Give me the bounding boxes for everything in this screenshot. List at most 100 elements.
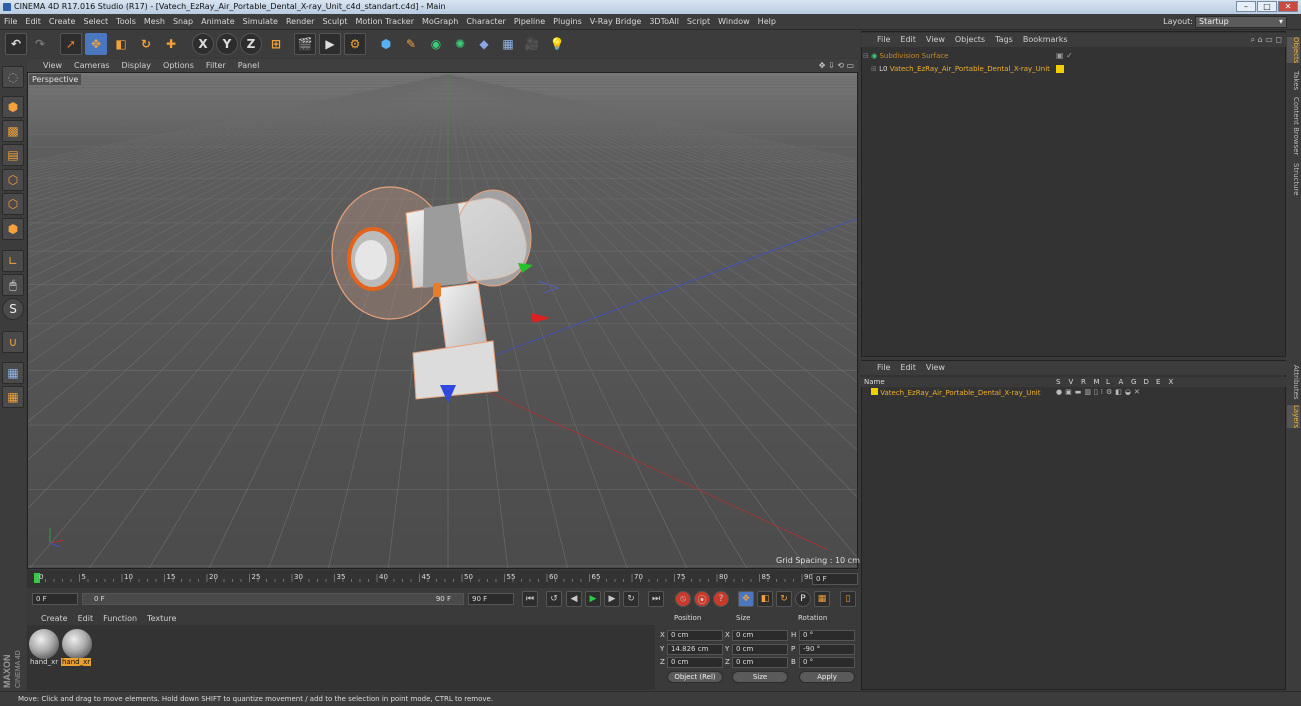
workplane-icon[interactable]: ▤ [2, 144, 24, 166]
material-menu-function[interactable]: Function [98, 612, 142, 625]
layer-column-e[interactable]: E [1156, 377, 1169, 387]
menu-motion-tracker[interactable]: Motion Tracker [351, 14, 418, 30]
pos-z-field[interactable]: 0 cm [667, 657, 723, 668]
menu-animate[interactable]: Animate [197, 14, 239, 30]
viewport-menu-panel[interactable]: Panel [232, 59, 266, 72]
layout-select[interactable]: Startup ▾ [1195, 16, 1287, 28]
edit-render-settings-icon[interactable]: ⚙ [344, 33, 366, 55]
tab-objects[interactable]: Objects [1287, 37, 1300, 64]
camera-icon[interactable]: 🎥 [521, 33, 543, 55]
add-object-icon[interactable]: ✚ [160, 33, 182, 55]
edges-mode-icon[interactable]: ⬡ [2, 193, 24, 215]
obj-menu-bookmarks[interactable]: Bookmarks [1018, 33, 1073, 47]
material-label[interactable]: hand_xr [29, 658, 59, 666]
loop-forward-icon[interactable]: ↻ [623, 591, 639, 607]
size-x-field[interactable]: 0 cm [732, 630, 788, 641]
rot-b-field[interactable]: 0 ° [799, 657, 855, 668]
key-pla-icon[interactable]: ▦ [814, 591, 830, 607]
z-axis-icon[interactable]: Z [240, 33, 262, 55]
collapse-icon[interactable]: ⊟ [863, 52, 869, 60]
viewport-menu-options[interactable]: Options [157, 59, 200, 72]
material-label-selected[interactable]: hand_xr [61, 658, 92, 666]
tab-takes[interactable]: Takes [1287, 71, 1300, 90]
menu-render[interactable]: Render [282, 14, 318, 30]
menu-script[interactable]: Script [683, 14, 714, 30]
layer-color-tag[interactable] [1056, 65, 1064, 73]
menu-create[interactable]: Create [45, 14, 80, 30]
layer-toggle-icons[interactable]: ●▣▬▥▯⁞⚙◧◒✕ [1056, 388, 1143, 396]
menu-snap[interactable]: Snap [169, 14, 197, 30]
object-name[interactable]: Vatech_EzRay_Air_Portable_Dental_X-ray_U… [890, 65, 1050, 73]
points-mode-icon[interactable]: ⬡ [2, 169, 24, 191]
layer-column-d[interactable]: D [1144, 377, 1157, 387]
goto-start-icon[interactable]: ⏮ [522, 591, 538, 607]
layer-column-l[interactable]: L [1106, 377, 1119, 387]
layer-color-swatch[interactable] [871, 388, 878, 395]
rot-h-field[interactable]: 0 ° [799, 630, 855, 641]
render-view-icon[interactable]: 🎬 [294, 33, 316, 55]
end-frame-field[interactable]: 90 F [468, 593, 514, 605]
object-row[interactable]: ⊞ L0 Vatech_EzRay_Air_Portable_Dental_X-… [871, 63, 1050, 75]
menu-sculpt[interactable]: Sculpt [318, 14, 351, 30]
menu-tools[interactable]: Tools [112, 14, 140, 30]
obj-menu-edit[interactable]: Edit [895, 33, 921, 47]
layer-menu-edit[interactable]: Edit [895, 361, 921, 375]
layer-column-v[interactable]: V [1069, 377, 1082, 387]
magnet-icon[interactable]: ∪ [2, 331, 24, 353]
menu-plugins[interactable]: Plugins [549, 14, 586, 30]
viewport-nav-icons[interactable]: ✥ ⇩ ⟲ ▭ [819, 59, 854, 72]
render-picture-viewer-icon[interactable]: ▶ [319, 33, 341, 55]
menu-edit[interactable]: Edit [21, 14, 45, 30]
layer-column-g[interactable]: G [1131, 377, 1144, 387]
menu-file[interactable]: File [0, 14, 21, 30]
obj-manager-tools-icons[interactable]: ⌕ ⌂ ▭ ◻ [1251, 33, 1282, 47]
deformer-icon[interactable]: ◆ [473, 33, 495, 55]
layer-column-m[interactable]: M [1094, 377, 1107, 387]
menu-pipeline[interactable]: Pipeline [510, 14, 549, 30]
viewport-menu-filter[interactable]: Filter [200, 59, 232, 72]
axis-mode-icon[interactable]: ∟ [2, 250, 24, 272]
size-z-field[interactable]: 0 cm [732, 657, 788, 668]
loop-back-icon[interactable]: ↺ [546, 591, 562, 607]
coordinate-mode-select[interactable]: Object (Rel) [667, 671, 723, 683]
layer-menu-file[interactable]: File [861, 361, 895, 375]
rot-p-field[interactable]: -90 ° [799, 644, 855, 655]
subdivision-icon[interactable]: ◉ [425, 33, 447, 55]
minimize-button[interactable]: – [1236, 1, 1256, 12]
obj-menu-tags[interactable]: Tags [990, 33, 1018, 47]
timeline-window-icon[interactable]: ▯ [840, 591, 856, 607]
model-mode-icon[interactable]: ⬢ [2, 96, 24, 118]
pos-x-field[interactable]: 0 cm [667, 630, 723, 641]
material-menu-create[interactable]: Create [27, 612, 73, 625]
scale-icon[interactable]: ◧ [110, 33, 132, 55]
frame-range-slider[interactable]: 0 F 90 F [82, 593, 464, 605]
viewport-menu-cameras[interactable]: Cameras [68, 59, 116, 72]
snapping-icon[interactable]: S [2, 298, 24, 320]
obj-menu-objects[interactable]: Objects [950, 33, 990, 47]
layer-column-a[interactable]: A [1119, 377, 1132, 387]
obj-menu-view[interactable]: View [921, 33, 950, 47]
x-axis-icon[interactable]: X [192, 33, 214, 55]
world-coord-icon[interactable]: ⊞ [265, 33, 287, 55]
layer-menu-view[interactable]: View [921, 361, 950, 375]
array-icon[interactable]: ✺ [449, 33, 471, 55]
tweak-mode-icon[interactable]: 🖱 [2, 274, 24, 296]
play-icon[interactable]: ▶ [585, 591, 601, 607]
menu-vray-bridge[interactable]: V-Ray Bridge [586, 14, 646, 30]
tab-content-browser[interactable]: Content Browser [1287, 97, 1300, 155]
menu-simulate[interactable]: Simulate [239, 14, 282, 30]
tab-layers[interactable]: Layers [1287, 405, 1300, 429]
planar-workplane-icon[interactable]: ▦ [2, 386, 24, 408]
menu-select[interactable]: Select [79, 14, 112, 30]
light-icon[interactable]: 💡 [546, 33, 568, 55]
object-name[interactable]: Subdivision Surface [879, 52, 948, 60]
cube-icon[interactable]: ⬢ [375, 33, 397, 55]
keyframe-selection-icon[interactable]: ? [713, 591, 729, 607]
undo-icon[interactable]: ↶ [5, 33, 27, 55]
floor-icon[interactable]: ▦ [497, 33, 519, 55]
apply-button[interactable]: Apply [799, 671, 855, 683]
current-frame-field[interactable]: 0 F [812, 573, 858, 585]
material-swatch-selected[interactable] [62, 629, 92, 659]
lock-workplane-icon[interactable]: ▦ [2, 362, 24, 384]
key-scale-icon[interactable]: ◧ [757, 591, 773, 607]
